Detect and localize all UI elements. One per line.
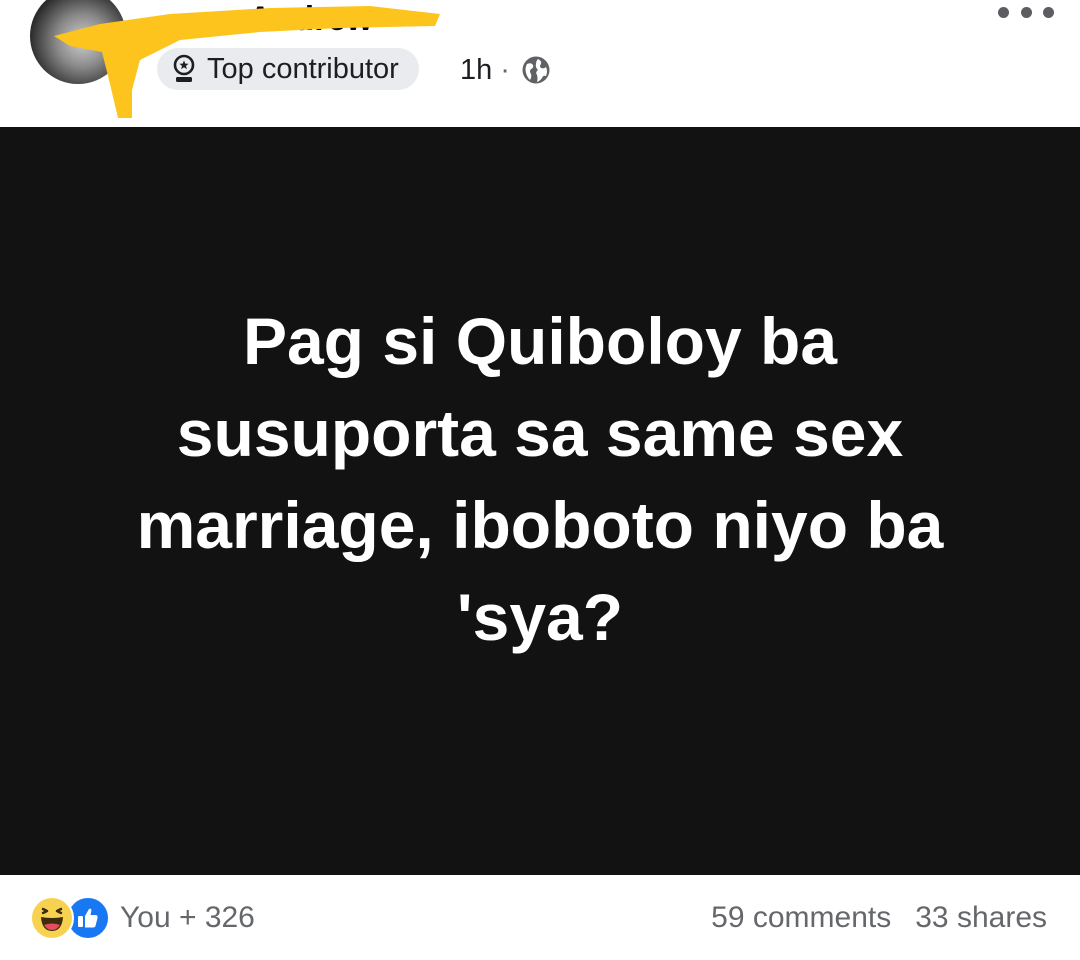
engagement-stats: 59 comments 33 shares bbox=[711, 895, 1047, 941]
more-dot bbox=[1043, 6, 1054, 18]
haha-reaction-icon bbox=[30, 896, 74, 940]
author-name[interactable]: Andrew bbox=[248, 0, 373, 40]
meta-separator: · bbox=[500, 53, 510, 86]
avatar[interactable] bbox=[30, 0, 126, 84]
post-text-card[interactable]: Pag si Quiboloy ba susuporta sa same sex… bbox=[0, 127, 1080, 875]
post-meta: 1h · bbox=[460, 50, 552, 90]
more-dot bbox=[1020, 6, 1032, 18]
post-text: Pag si Quiboloy ba susuporta sa same sex… bbox=[136, 304, 944, 654]
more-dot bbox=[998, 6, 1009, 18]
badge-label: Top contributor bbox=[207, 53, 399, 85]
top-contributor-badge[interactable]: Top contributor bbox=[157, 48, 419, 90]
post-timestamp[interactable]: 1h bbox=[460, 54, 492, 87]
facebook-post: Andrew Top contributor 1h · Pag si Quibo… bbox=[0, 0, 1080, 960]
comments-count[interactable]: 59 comments bbox=[711, 895, 891, 941]
globe-icon[interactable] bbox=[520, 54, 552, 86]
post-header: Andrew Top contributor 1h · bbox=[0, 0, 1080, 127]
reaction-summary[interactable]: You + 326 bbox=[30, 895, 255, 941]
shares-count[interactable]: 33 shares bbox=[915, 895, 1047, 941]
more-options-icon[interactable] bbox=[998, 2, 1054, 22]
post-footer: You + 326 59 comments 33 shares bbox=[0, 875, 1080, 960]
top-contributor-badge-icon bbox=[171, 54, 197, 84]
reaction-summary-text: You + 326 bbox=[120, 901, 255, 934]
